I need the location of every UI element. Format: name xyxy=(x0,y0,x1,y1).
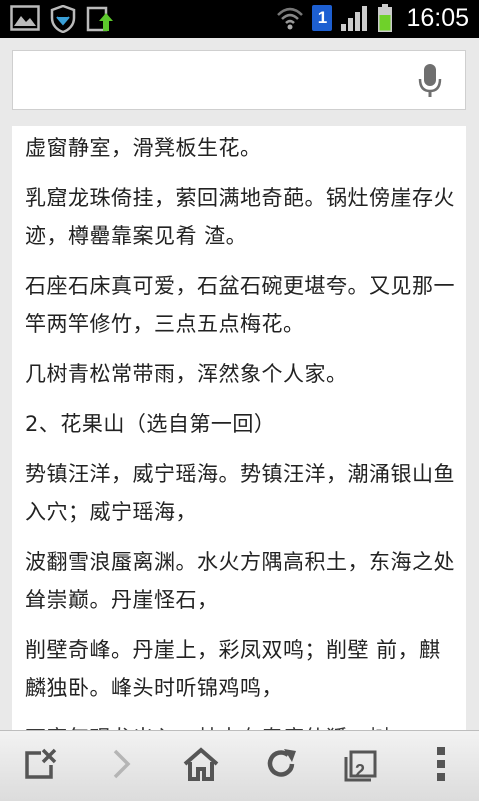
upload-icon xyxy=(86,5,114,33)
paragraph: 石窟每观龙出入。林中有寿鹿仙狐，树 xyxy=(12,719,466,730)
menu-button[interactable] xyxy=(418,745,464,787)
refresh-button[interactable] xyxy=(258,745,304,787)
forward-icon xyxy=(109,748,133,784)
search-box[interactable] xyxy=(12,50,466,110)
home-icon xyxy=(183,747,219,785)
bottom-toolbar: 2 xyxy=(0,730,479,801)
shield-icon xyxy=(50,5,76,33)
battery-icon xyxy=(376,3,394,33)
paragraph: 几树青松常带雨，浑然象个人家。 xyxy=(25,362,348,386)
paragraph: 乳窟龙珠倚挂，萦回满地奇葩。锅灶傍崖存火迹，樽罍靠案见肴 渣。 xyxy=(25,186,455,248)
paragraph: 波翻雪浪蜃离渊。水火方隅高积土，东海之处耸崇巅。丹崖怪石， xyxy=(25,550,455,612)
wifi-icon xyxy=(276,5,304,31)
home-button[interactable] xyxy=(178,745,224,787)
search-input[interactable] xyxy=(23,61,407,101)
notification-badge: 1 xyxy=(312,5,333,31)
menu-icon xyxy=(436,746,446,786)
paragraph: 削壁奇峰。丹崖上，彩凤双鸣；削壁 前，麒麟独卧。峰头时听锦鸡鸣， xyxy=(25,638,441,700)
tabs-icon: 2 xyxy=(343,749,379,783)
signal-icon xyxy=(340,4,368,32)
paragraph: 势镇汪洋，威宁瑶海。势镇汪洋，潮涌银山鱼入穴；威宁瑶海， xyxy=(25,462,455,524)
paragraph: 虚窗静室，滑凳板生花。 xyxy=(25,136,262,160)
search-area xyxy=(0,38,479,126)
close-tab-icon xyxy=(23,747,59,785)
tabs-button[interactable]: 2 xyxy=(338,745,384,787)
tab-count: 2 xyxy=(355,761,366,781)
clock: 16:05 xyxy=(406,3,469,32)
refresh-icon xyxy=(264,747,298,785)
section-heading: 2、花果山（选自第一回） xyxy=(25,412,276,436)
status-bar: 1 16:05 xyxy=(0,0,479,38)
image-icon xyxy=(10,5,40,33)
article-content: 虚窗静室，滑凳板生花。 乳窟龙珠倚挂，萦回满地奇葩。锅灶傍崖存火迹，樽罍靠案见肴… xyxy=(12,126,466,730)
microphone-icon[interactable] xyxy=(417,63,443,103)
paragraph: 石座石床真可爱，石盆石碗更堪夸。又见那一竿两竿修竹，三点五点梅花。 xyxy=(25,274,455,336)
close-tab-button[interactable] xyxy=(18,745,64,787)
forward-button[interactable] xyxy=(98,745,144,787)
